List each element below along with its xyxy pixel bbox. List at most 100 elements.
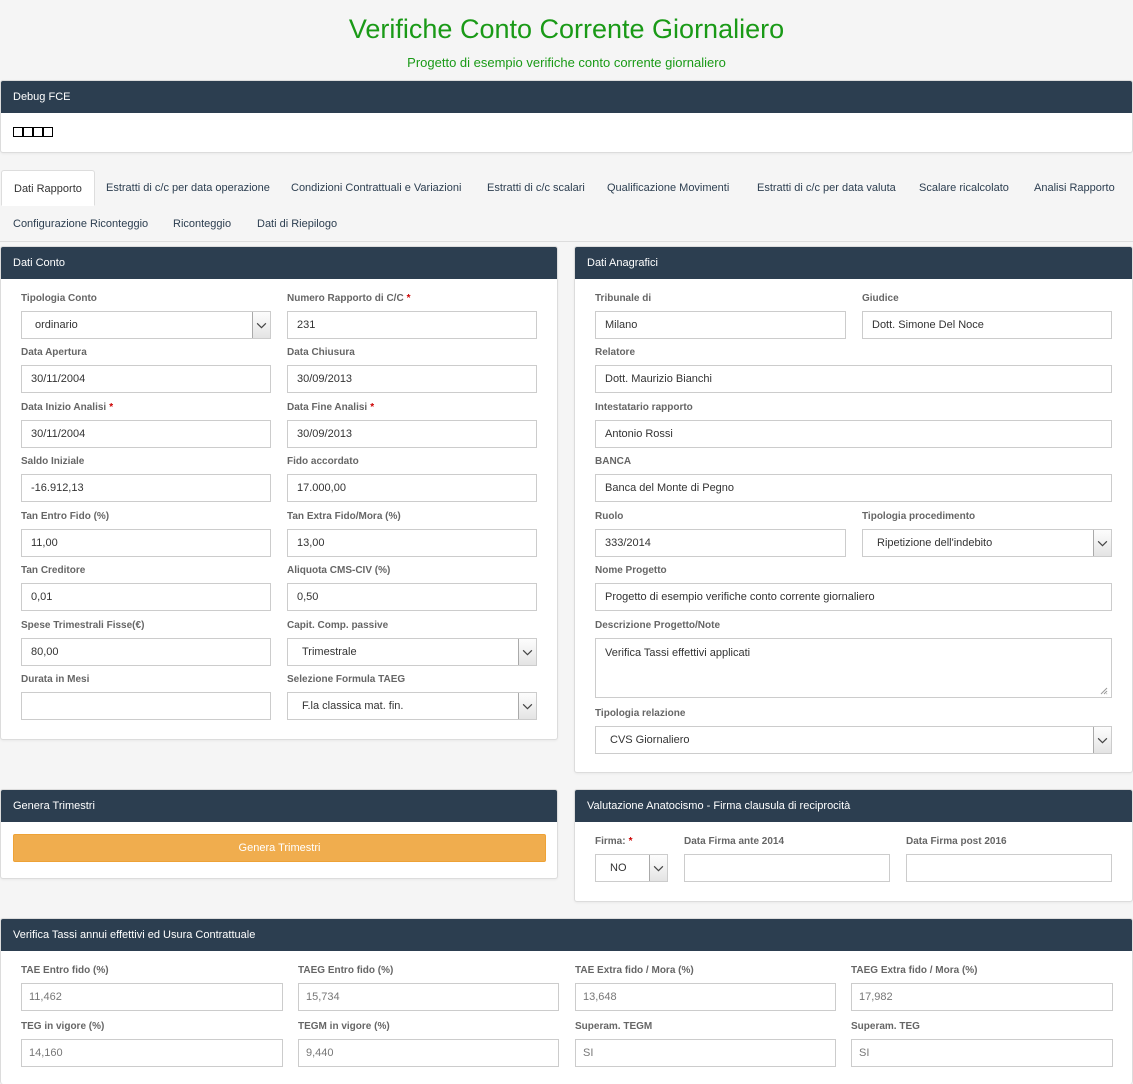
genera-trimestri-panel: Genera Trimestri Genera Trimestri	[0, 789, 558, 879]
aliquota-label: Aliquota CMS-CIV (%)	[287, 565, 391, 576]
superam-tegm-field: SI	[575, 1039, 836, 1067]
nome-progetto-label: Nome Progetto	[595, 565, 667, 576]
descrizione-label: Descrizione Progetto/Note	[595, 620, 721, 631]
tae-entro-label: TAE Entro fido (%)	[21, 965, 109, 976]
genera-trimestri-button[interactable]: Genera Trimestri	[13, 834, 546, 862]
intestatario-label: Intestatario rapporto	[595, 402, 693, 413]
dati-anagrafici-header: Dati Anagrafici	[575, 247, 1132, 279]
resize-handle-icon[interactable]	[1100, 687, 1108, 695]
tipologia-procedimento-label: Tipologia procedimento	[862, 511, 976, 522]
dati-conto-panel: Dati Conto Tipologia Conto ordinario Num…	[0, 246, 558, 740]
data-apertura-input[interactable]: 30/11/2004	[21, 365, 271, 393]
data-fine-label: Data Fine Analisi *	[287, 402, 375, 413]
data-inizio-input[interactable]: 30/11/2004	[21, 420, 271, 448]
data-fine-input[interactable]: 30/09/2013	[287, 420, 537, 448]
saldo-iniziale-label: Saldo Iniziale	[21, 456, 85, 467]
chevron-down-icon[interactable]	[252, 312, 270, 338]
tab-configurazione-riconteggio[interactable]: Configurazione Riconteggio	[1, 206, 160, 242]
numero-rapporto-input[interactable]: 231	[287, 311, 537, 339]
tipologia-relazione-select[interactable]: CVS Giornaliero	[595, 726, 1112, 754]
data-apertura-label: Data Apertura	[21, 347, 87, 358]
tab-condizioni-contrattuali[interactable]: Condizioni Contrattuali e Variazioni	[279, 170, 473, 206]
tipologia-relazione-label: Tipologia relazione	[595, 708, 686, 719]
capit-select[interactable]: Trimestrale	[287, 638, 537, 666]
tab-qualificazione-movimenti[interactable]: Qualificazione Movimenti	[595, 170, 741, 206]
tegm-field: 9,440	[298, 1039, 559, 1067]
teg-field: 14,160	[21, 1039, 283, 1067]
tipologia-conto-select[interactable]: ordinario	[21, 311, 271, 339]
banca-input[interactable]: Banca del Monte di Pegno	[595, 474, 1112, 502]
spese-input[interactable]: 80,00	[21, 638, 271, 666]
tipologia-procedimento-select[interactable]: Ripetizione dell'indebito	[862, 529, 1112, 557]
tan-creditore-label: Tan Creditore	[21, 565, 86, 576]
dati-conto-header: Dati Conto	[1, 247, 557, 279]
chevron-down-icon[interactable]	[518, 639, 536, 665]
superam-teg-label: Superam. TEG	[851, 1021, 920, 1032]
debug-panel: Debug FCE	[0, 80, 1133, 153]
verifica-tassi-header: Verifica Tassi annui effettivi ed Usura …	[1, 919, 1132, 951]
taeg-entro-field: 15,734	[298, 983, 559, 1011]
taeg-extra-label: TAEG Extra fido / Mora (%)	[851, 965, 978, 976]
tab-scalare-ricalcolato[interactable]: Scalare ricalcolato	[907, 170, 1021, 206]
tab-estratti-data-valuta[interactable]: Estratti di c/c per data valuta	[745, 170, 908, 206]
data-firma-ante-input[interactable]	[684, 854, 890, 882]
tan-extra-label: Tan Extra Fido/Mora (%)	[287, 511, 401, 522]
durata-label: Durata in Mesi	[21, 674, 90, 685]
firma-select[interactable]: NO	[595, 854, 668, 882]
fido-accordato-label: Fido accordato	[287, 456, 359, 467]
debug-placeholder-glyphs	[13, 127, 53, 137]
superam-tegm-label: Superam. TEGM	[575, 1021, 653, 1032]
giudice-input[interactable]: Dott. Simone Del Noce	[862, 311, 1112, 339]
ruolo-label: Ruolo	[595, 511, 624, 522]
superam-teg-field: SI	[851, 1039, 1113, 1067]
data-chiusura-input[interactable]: 30/09/2013	[287, 365, 537, 393]
relatore-input[interactable]: Dott. Maurizio Bianchi	[595, 365, 1112, 393]
tab-bar: Dati Rapporto Estratti di c/c per data o…	[0, 170, 1133, 242]
saldo-iniziale-input[interactable]: -16.912,13	[21, 474, 271, 502]
giudice-label: Giudice	[862, 293, 899, 304]
chevron-down-icon[interactable]	[518, 693, 536, 719]
page-title: Verifiche Conto Corrente Giornaliero	[348, 14, 785, 44]
taeg-extra-field: 17,982	[851, 983, 1113, 1011]
tan-extra-input[interactable]: 13,00	[287, 529, 537, 557]
tab-riconteggio[interactable]: Riconteggio	[161, 206, 243, 242]
tegm-label: TEGM in vigore (%)	[298, 1021, 390, 1032]
fido-accordato-input[interactable]: 17.000,00	[287, 474, 537, 502]
data-firma-post-input[interactable]	[906, 854, 1112, 882]
chevron-down-icon[interactable]	[1093, 530, 1111, 556]
ruolo-input[interactable]: 333/2014	[595, 529, 846, 557]
tab-dati-rapporto[interactable]: Dati Rapporto	[1, 170, 95, 206]
tan-entro-input[interactable]: 11,00	[21, 529, 271, 557]
tan-creditore-input[interactable]: 0,01	[21, 583, 271, 611]
banca-label: BANCA	[595, 456, 632, 467]
tipologia-conto-label: Tipologia Conto	[21, 293, 97, 304]
tab-estratti-scalari[interactable]: Estratti di c/c scalari	[475, 170, 597, 206]
tan-entro-label: Tan Entro Fido (%)	[21, 511, 110, 522]
placeholder-glyph-icon	[43, 127, 53, 137]
verifica-tassi-panel: Verifica Tassi annui effettivi ed Usura …	[0, 918, 1133, 1084]
tab-analisi-rapporto[interactable]: Analisi Rapporto	[1022, 170, 1127, 206]
dati-anagrafici-panel: Dati Anagrafici Tribunale di Milano Giud…	[574, 246, 1133, 773]
descrizione-textarea[interactable]: Verifica Tassi effettivi applicati	[595, 638, 1112, 698]
tae-extra-label: TAE Extra fido / Mora (%)	[575, 965, 694, 976]
tab-estratti-data-operazione[interactable]: Estratti di c/c per data operazione	[94, 170, 282, 206]
intestatario-input[interactable]: Antonio Rossi	[595, 420, 1112, 448]
tae-entro-field: 11,462	[21, 983, 283, 1011]
durata-input[interactable]	[21, 692, 271, 720]
spese-label: Spese Trimestrali Fisse(€)	[21, 620, 145, 631]
nome-progetto-input[interactable]: Progetto di esempio verifiche conto corr…	[595, 583, 1112, 611]
chevron-down-icon[interactable]	[1093, 727, 1111, 753]
anatocismo-panel: Valutazione Anatocismo - Firma clausula …	[574, 789, 1133, 902]
placeholder-glyph-icon	[33, 127, 43, 137]
relatore-label: Relatore	[595, 347, 636, 358]
anatocismo-header: Valutazione Anatocismo - Firma clausula …	[575, 790, 1132, 822]
data-firma-ante-label: Data Firma ante 2014	[684, 836, 785, 847]
firma-label: Firma: *	[595, 836, 633, 847]
aliquota-input[interactable]: 0,50	[287, 583, 537, 611]
genera-trimestri-header: Genera Trimestri	[1, 790, 557, 822]
chevron-down-icon[interactable]	[649, 855, 667, 881]
tab-dati-riepilogo[interactable]: Dati di Riepilogo	[245, 206, 349, 242]
tribunale-input[interactable]: Milano	[595, 311, 846, 339]
formula-taeg-select[interactable]: F.la classica mat. fin.	[287, 692, 537, 720]
formula-taeg-label: Selezione Formula TAEG	[287, 674, 406, 685]
